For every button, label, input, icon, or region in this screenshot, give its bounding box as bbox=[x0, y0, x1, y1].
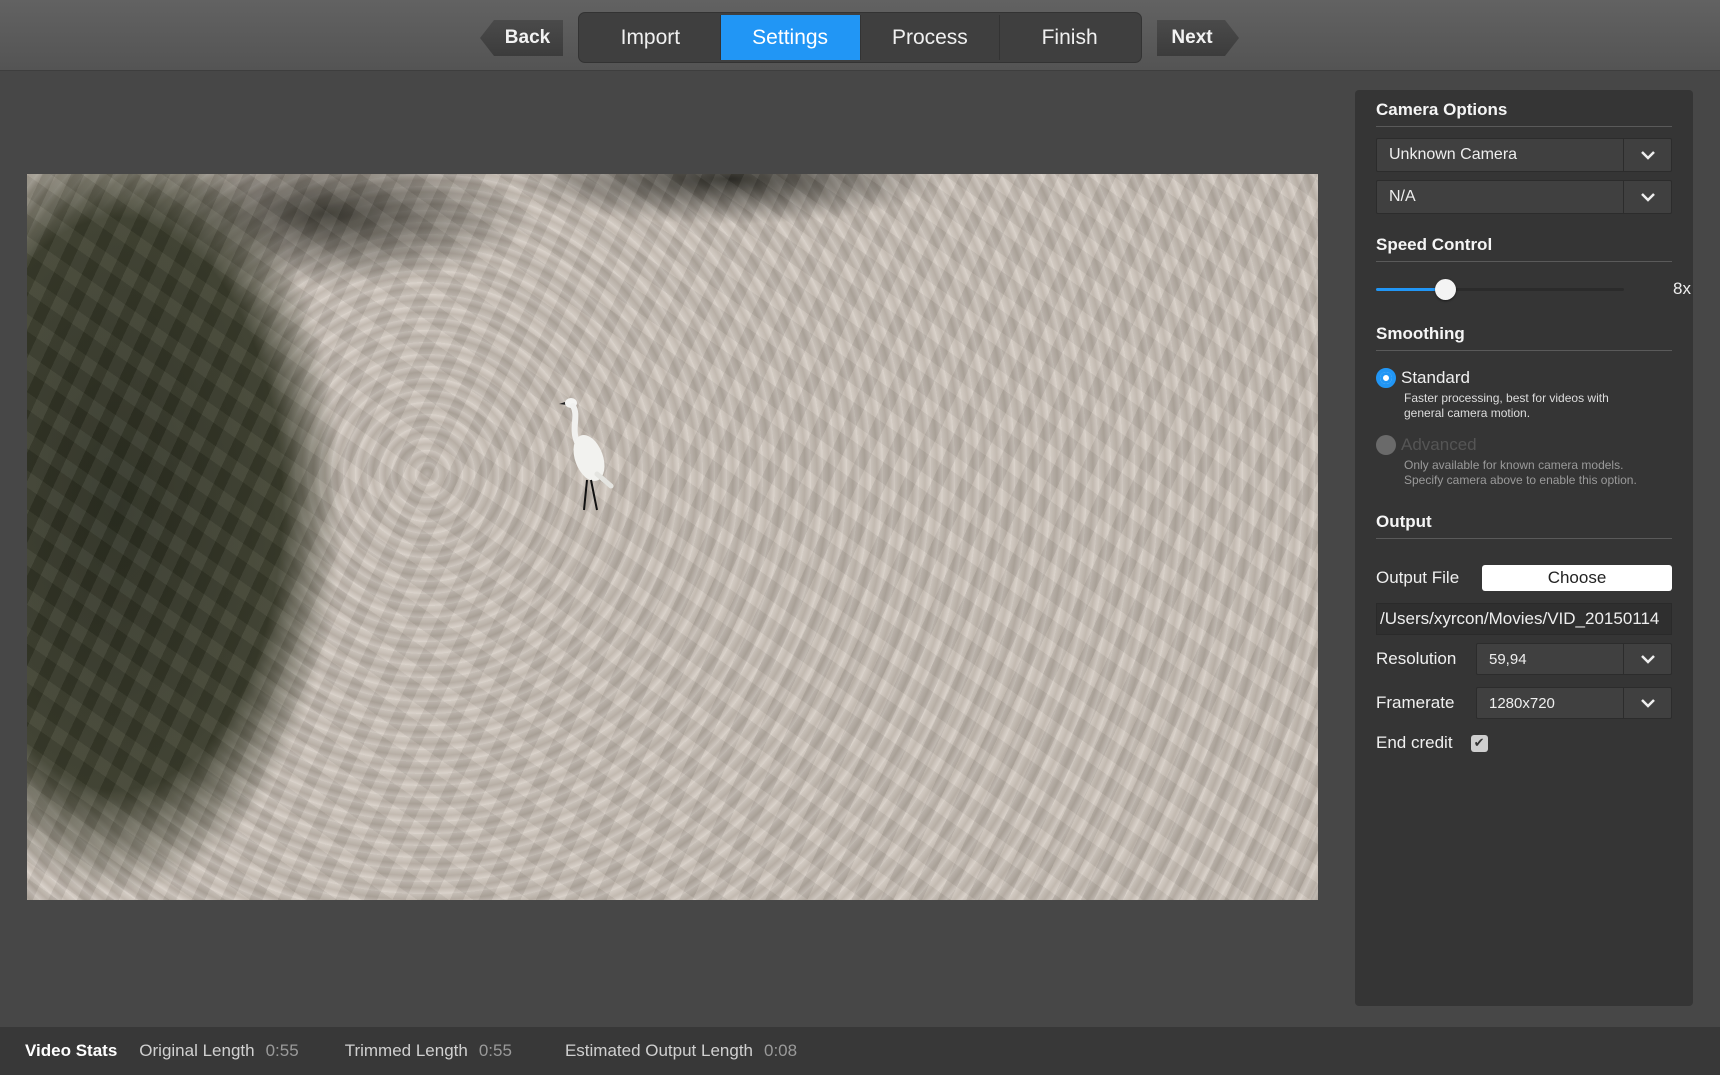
radio-advanced-indicator bbox=[1376, 435, 1396, 455]
radio-advanced: Advanced bbox=[1376, 435, 1672, 455]
framerate-value: 1280x720 bbox=[1489, 694, 1555, 712]
end-credit-label: End credit bbox=[1376, 733, 1453, 752]
resolution-value: 59,94 bbox=[1489, 650, 1527, 668]
video-preview bbox=[27, 174, 1318, 900]
estimated-output-length-value: 0:08 bbox=[764, 1041, 798, 1060]
tab-process[interactable]: Process bbox=[861, 15, 1001, 60]
radio-standard-indicator[interactable] bbox=[1376, 368, 1396, 388]
standard-description: Faster processing, best for videos with … bbox=[1404, 391, 1672, 421]
advanced-description-line: Only available for known camera models. bbox=[1404, 458, 1624, 472]
speed-control-title: Speed Control bbox=[1376, 235, 1672, 262]
camera-model-select[interactable]: N/A bbox=[1376, 180, 1672, 214]
resolution-row: Resolution 59,94 bbox=[1376, 643, 1672, 675]
camera-model-select-value: N/A bbox=[1389, 188, 1416, 205]
resolution-select[interactable]: 59,94 bbox=[1476, 643, 1672, 675]
next-button[interactable]: Next bbox=[1157, 20, 1239, 56]
step-tabs: Import Settings Process Finish bbox=[578, 12, 1142, 63]
end-credit-checkbox[interactable]: ✔ bbox=[1470, 734, 1488, 752]
camera-select-value: Unknown Camera bbox=[1389, 146, 1518, 163]
resolution-label: Resolution bbox=[1376, 649, 1457, 668]
speed-slider[interactable]: 8x bbox=[1376, 274, 1691, 304]
video-stats-title: Video Stats bbox=[25, 1041, 118, 1060]
tab-import[interactable]: Import bbox=[581, 15, 721, 60]
output-path-field[interactable]: /Users/xyrcon/Movies/VID_20150114 bbox=[1376, 603, 1672, 635]
choose-button[interactable]: Choose bbox=[1482, 565, 1672, 591]
end-credit-row: End credit ✔ bbox=[1376, 733, 1672, 753]
video-stats-bar: Video Stats Original Length 0:55 Trimmed… bbox=[0, 1027, 1720, 1075]
radio-advanced-label: Advanced bbox=[1401, 435, 1477, 454]
output-title: Output bbox=[1376, 512, 1672, 539]
framerate-row: Framerate 1280x720 bbox=[1376, 687, 1672, 719]
standard-description-line: general camera motion. bbox=[1404, 406, 1531, 420]
tab-finish[interactable]: Finish bbox=[1000, 15, 1139, 60]
trimmed-length-label: Trimmed Length bbox=[344, 1041, 468, 1060]
speed-value: 8x bbox=[1673, 279, 1691, 298]
output-file-label: Output File bbox=[1376, 568, 1460, 587]
chevron-down-icon[interactable] bbox=[1623, 688, 1671, 718]
camera-options-title: Camera Options bbox=[1376, 100, 1672, 127]
settings-panel: Camera Options Unknown Camera N/A Speed … bbox=[1355, 90, 1693, 1006]
smoothing-title: Smoothing bbox=[1376, 324, 1672, 351]
speed-slider-thumb[interactable] bbox=[1434, 279, 1456, 300]
chevron-down-icon[interactable] bbox=[1623, 139, 1671, 171]
egret-figure bbox=[559, 398, 614, 511]
back-button[interactable]: Back bbox=[480, 20, 563, 56]
chevron-down-icon[interactable] bbox=[1623, 644, 1671, 674]
tab-settings[interactable]: Settings bbox=[720, 15, 861, 60]
advanced-description-line: Specify camera above to enable this opti… bbox=[1404, 473, 1637, 487]
radio-standard[interactable]: Standard bbox=[1376, 368, 1672, 388]
advanced-description: Only available for known camera models. … bbox=[1404, 458, 1672, 488]
estimated-output-length-label: Estimated Output Length bbox=[564, 1041, 753, 1060]
standard-description-line: Faster processing, best for videos with bbox=[1404, 391, 1609, 405]
original-length-value: 0:55 bbox=[265, 1041, 299, 1060]
framerate-select[interactable]: 1280x720 bbox=[1476, 687, 1672, 719]
top-navigation-bar: Back Import Settings Process Finish Next bbox=[0, 0, 1720, 71]
radio-standard-label: Standard bbox=[1401, 368, 1470, 387]
camera-select[interactable]: Unknown Camera bbox=[1376, 138, 1672, 172]
chevron-down-icon[interactable] bbox=[1623, 181, 1671, 213]
framerate-label: Framerate bbox=[1376, 693, 1455, 712]
output-file-row: Output File Choose bbox=[1376, 565, 1672, 591]
original-length-label: Original Length bbox=[139, 1041, 255, 1060]
trimmed-length-value: 0:55 bbox=[478, 1041, 512, 1060]
